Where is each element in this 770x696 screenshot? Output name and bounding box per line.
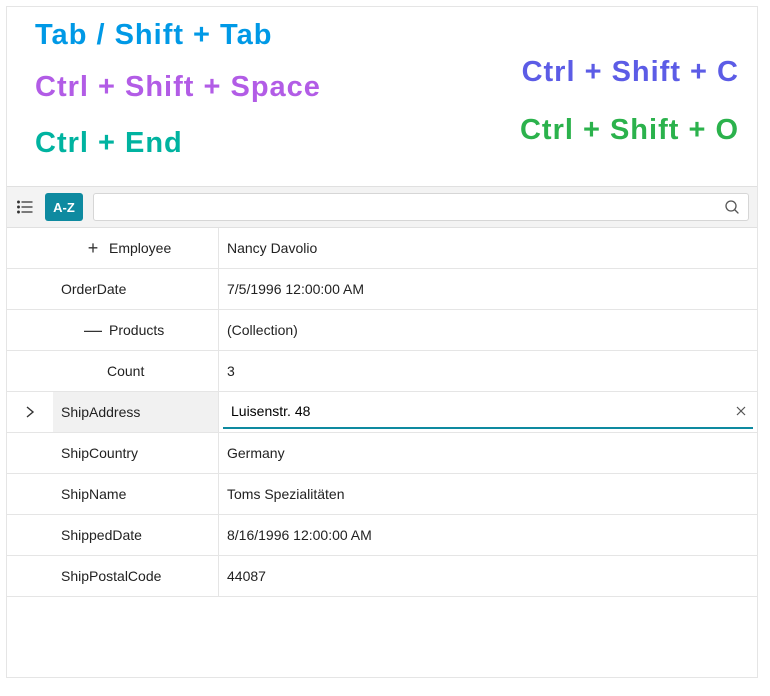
shortcut-ctrl-o: Ctrl + Shift + O — [520, 114, 739, 147]
row-gutter — [7, 474, 53, 514]
sort-button[interactable]: A-Z — [45, 193, 83, 221]
shortcut-ctrl-space: Ctrl + Shift + Space — [35, 71, 321, 104]
row-key: ShipCountry — [53, 433, 219, 473]
search-box[interactable] — [93, 193, 749, 221]
row-key-label: ShipName — [61, 486, 126, 502]
row-value[interactable]: 3 — [219, 351, 757, 391]
list-view-icon[interactable] — [15, 197, 35, 217]
row-value[interactable]: Germany — [219, 433, 757, 473]
grid-row[interactable]: ShipName Toms Spezialitäten — [7, 474, 757, 515]
row-key-label: Products — [109, 322, 164, 338]
row-key-label: OrderDate — [61, 281, 126, 297]
grid-row[interactable]: OrderDate 7/5/1996 12:00:00 AM — [7, 269, 757, 310]
shortcut-ctrl-c: Ctrl + Shift + C — [522, 56, 739, 89]
shortcut-tab: Tab / Shift + Tab — [35, 19, 272, 52]
grid-row[interactable]: ShipPostalCode 44087 — [7, 556, 757, 597]
search-icon[interactable] — [724, 199, 740, 215]
row-value-editor[interactable] — [219, 392, 757, 432]
grid-row[interactable]: ShippedDate 8/16/1996 12:00:00 AM — [7, 515, 757, 556]
row-gutter — [7, 351, 53, 391]
value-input[interactable] — [223, 395, 729, 429]
row-gutter — [7, 228, 53, 268]
page: Tab / Shift + Tab Ctrl + Shift + C Ctrl … — [6, 6, 758, 678]
shortcuts-panel: Tab / Shift + Tab Ctrl + Shift + C Ctrl … — [7, 7, 757, 186]
shortcut-ctrl-end: Ctrl + End — [35, 127, 183, 160]
grid-row[interactable]: Count 3 — [7, 351, 757, 392]
row-value[interactable]: Toms Spezialitäten — [219, 474, 757, 514]
row-key: Count — [53, 351, 219, 391]
row-key: ShippedDate — [53, 515, 219, 555]
row-key-label: Count — [107, 363, 144, 379]
row-indicator-icon — [7, 392, 53, 432]
row-value[interactable]: (Collection) — [219, 310, 757, 350]
toolbar: A-Z — [7, 186, 757, 228]
row-key: + Employee — [53, 228, 219, 268]
row-key: OrderDate — [53, 269, 219, 309]
row-key: ShipPostalCode — [53, 556, 219, 596]
row-value[interactable]: 7/5/1996 12:00:00 AM — [219, 269, 757, 309]
row-gutter — [7, 310, 53, 350]
expand-icon[interactable]: + — [83, 238, 103, 259]
row-key: ShipAddress — [53, 392, 219, 432]
collapse-icon[interactable]: — — [83, 320, 103, 341]
row-value[interactable]: Nancy Davolio — [219, 228, 757, 268]
row-key-label: ShippedDate — [61, 527, 142, 543]
row-key: ShipName — [53, 474, 219, 514]
row-gutter — [7, 515, 53, 555]
grid-row[interactable]: — Products (Collection) — [7, 310, 757, 351]
row-key-label: ShipAddress — [61, 404, 140, 420]
row-key-label: Employee — [109, 240, 171, 256]
row-gutter — [7, 433, 53, 473]
search-input[interactable] — [102, 199, 724, 215]
clear-icon[interactable] — [729, 395, 753, 429]
property-grid: + Employee Nancy Davolio OrderDate 7/5/1… — [7, 228, 757, 597]
grid-row[interactable]: ShipCountry Germany — [7, 433, 757, 474]
row-key-label: ShipCountry — [61, 445, 138, 461]
row-gutter — [7, 556, 53, 596]
row-key: — Products — [53, 310, 219, 350]
row-value[interactable]: 44087 — [219, 556, 757, 596]
sort-label: A-Z — [53, 200, 75, 215]
grid-row-selected[interactable]: ShipAddress — [7, 392, 757, 433]
row-gutter — [7, 269, 53, 309]
row-value[interactable]: 8/16/1996 12:00:00 AM — [219, 515, 757, 555]
grid-row[interactable]: + Employee Nancy Davolio — [7, 228, 757, 269]
row-key-label: ShipPostalCode — [61, 568, 161, 584]
